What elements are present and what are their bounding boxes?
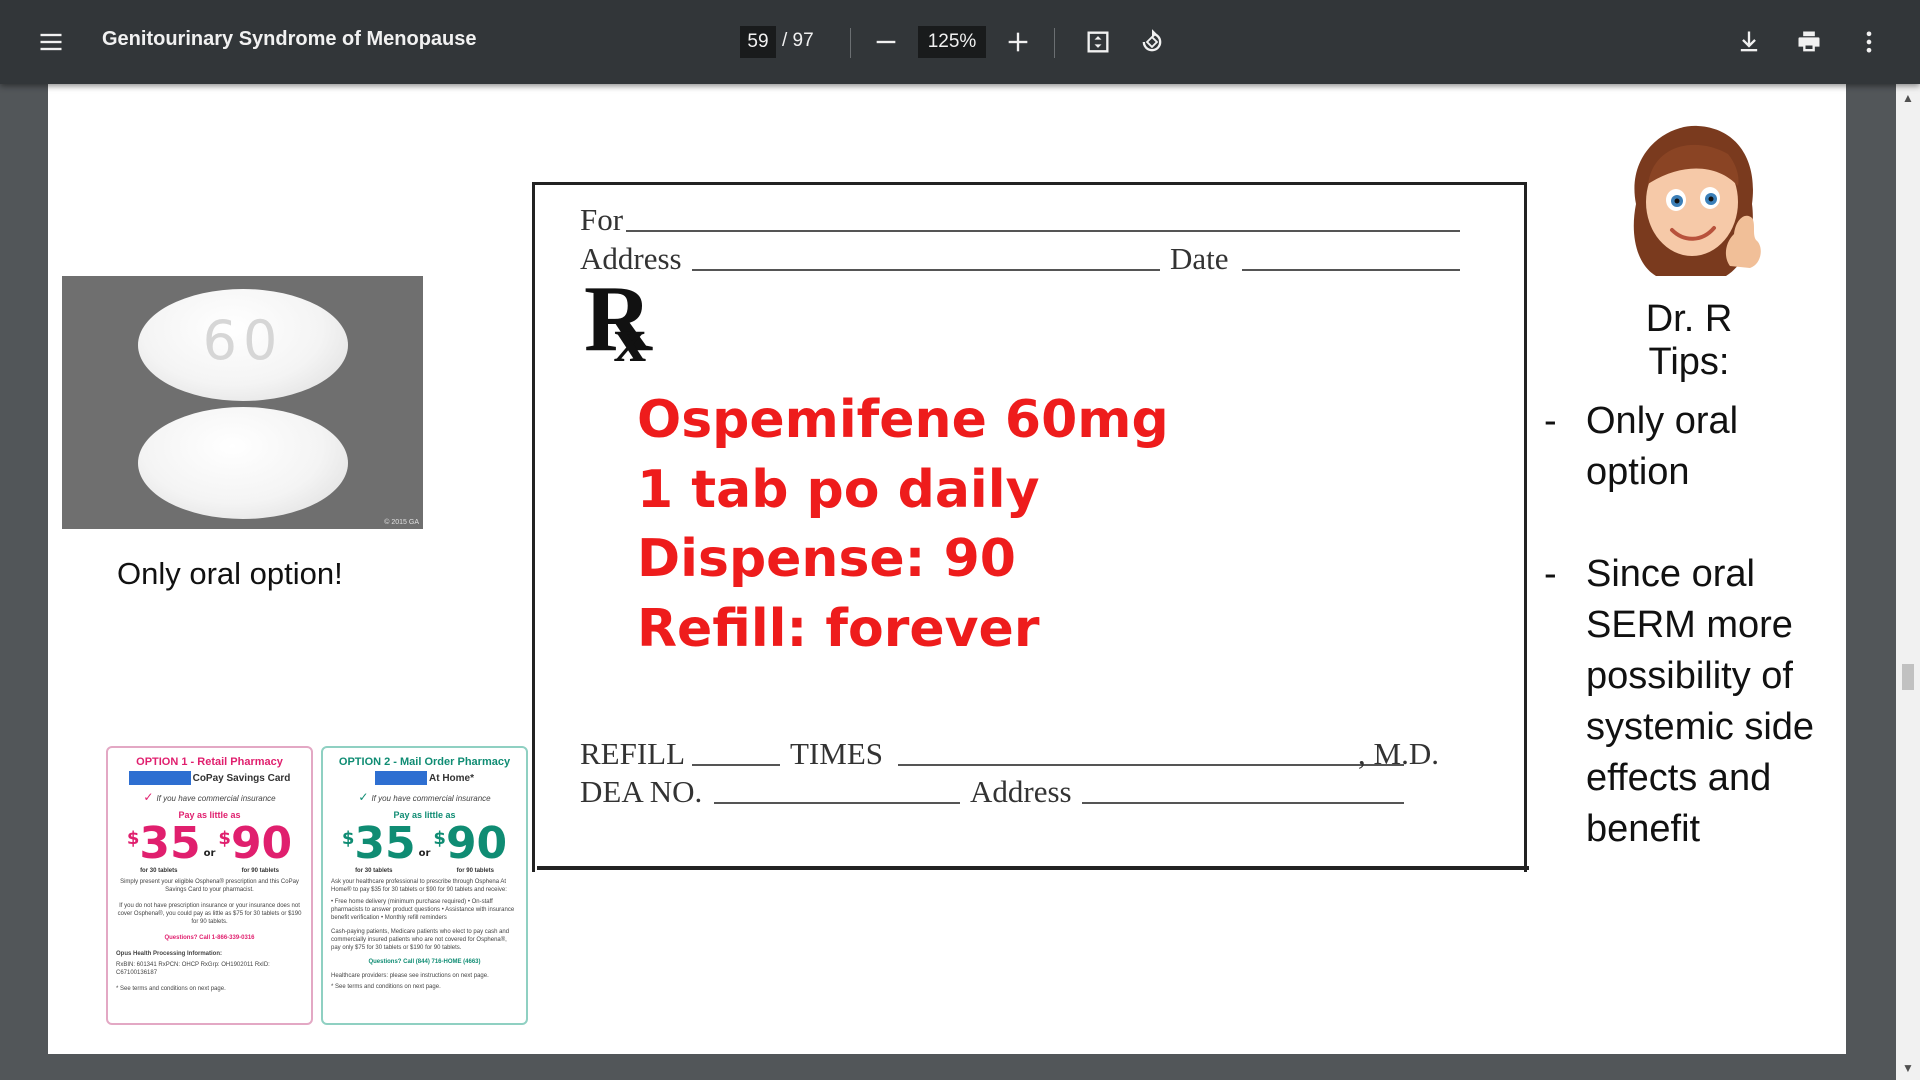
currency-symbol: $ (126, 828, 140, 849)
page-number-input[interactable]: 59 (740, 26, 776, 58)
coupon-eligibility-text: If you have commercial insurance (156, 794, 276, 803)
coupon-processing: Healthcare providers: please see instruc… (331, 973, 489, 979)
rx-address2-line (1082, 802, 1404, 804)
toolbar-divider (1054, 28, 1055, 58)
scroll-up-icon[interactable]: ▲ (1896, 88, 1920, 108)
price-90: 90 (445, 818, 508, 869)
document-title: Genitourinary Syndrome of Menopause (102, 28, 477, 50)
coupon-benefits: • Free home delivery (minimum purchase r… (331, 899, 515, 921)
rx-drug-line: Ospemifene 60mg (637, 390, 1169, 450)
currency-symbol: $ (433, 828, 446, 849)
zoom-level-input[interactable]: 125% (918, 26, 986, 58)
coupon-subtitle: At Home* (323, 771, 526, 785)
rx-times-line (898, 764, 1404, 766)
rx-refill-label: REFILL (580, 736, 686, 771)
redacted-block (128, 771, 191, 785)
tablets-30-label: for 30 tablets (140, 868, 178, 874)
toolbar-divider (850, 28, 851, 58)
coupon-terms: * See terms and conditions on next page. (116, 986, 226, 992)
more-options-icon[interactable] (1845, 18, 1893, 66)
memoji-thumbs-up-avatar-icon (1606, 114, 1776, 284)
pill-photo: 60 © 2015 GA (62, 276, 423, 529)
oral-option-caption: Only oral option! (117, 556, 343, 591)
coupon-fine-print: Cash-paying patients, Medicare patients … (331, 929, 510, 951)
coupon-eligibility: ✓ If you have commercial insurance (323, 790, 526, 804)
check-icon: ✓ (358, 790, 369, 804)
coupon-fine-print: Ask your healthcare professional to pres… (331, 879, 507, 893)
rx-refill-line: Refill: forever (637, 599, 1040, 659)
coupon-terms: * See terms and conditions on next page. (331, 984, 441, 990)
coupon-processing: Opus Health Processing Information: (116, 951, 223, 957)
coupon-eligibility: ✓ If you have commercial insurance (108, 790, 311, 804)
print-icon[interactable] (1785, 18, 1833, 66)
fit-page-icon[interactable] (1074, 18, 1122, 66)
coupon-subtitle-text: At Home* (428, 772, 474, 784)
tip-text: Only oral option (1586, 400, 1739, 493)
coupon-mail-order-pharmacy: OPTION 2 - Mail Order Pharmacy At Home* … (321, 746, 528, 1025)
tip-bullet: - (1544, 553, 1557, 595)
pdf-toolbar: Genitourinary Syndrome of Menopause 59 /… (0, 0, 1920, 84)
rx-date-label: Date (1170, 241, 1229, 276)
hamburger-menu-icon[interactable] (27, 18, 75, 66)
coupon-fine-print: If you do not have prescription insuranc… (117, 903, 302, 925)
rx-for-line (626, 230, 1460, 232)
scroll-down-icon[interactable]: ▼ (1896, 1058, 1920, 1078)
tablets-30-label: for 30 tablets (355, 868, 393, 874)
rx-times-label: TIMES (790, 736, 883, 771)
prescription-pad-border (537, 866, 1529, 870)
coupon-ids: RxBIN: 601341 RxPCN: OHCP RxGrp: OH19020… (116, 962, 270, 976)
pdf-page: 60 © 2015 GA Only oral option! For Addre… (48, 84, 1846, 1054)
coupon-fine-print: Simply present your eligible Osphena® pr… (120, 879, 299, 893)
coupon-subtitle: CoPay Savings Card (108, 771, 311, 785)
vertical-scrollbar[interactable]: ▲ ▼ (1896, 84, 1920, 1080)
currency-symbol: $ (341, 828, 355, 849)
scrollbar-thumb[interactable] (1902, 664, 1914, 690)
coupon-phone: Questions? Call 1-866-339-0316 (164, 935, 255, 941)
tips-heading: Dr. R Tips: (1645, 298, 1733, 383)
download-icon[interactable] (1725, 18, 1773, 66)
photo-credit: © 2015 GA (384, 519, 419, 526)
price-or: or (203, 848, 216, 859)
price-or: or (418, 848, 431, 859)
tablets-90-label: for 90 tablets (241, 868, 279, 874)
rx-symbol: Rx (584, 272, 652, 372)
rx-symbol-x: x (614, 304, 646, 375)
coupon-phone: Questions? Call (844) 716-HOME (4663) (368, 959, 481, 965)
zoom-out-icon[interactable] (862, 18, 910, 66)
redacted-block (374, 771, 427, 785)
coupon-price: $35 or $90 (323, 822, 526, 866)
tip-text: Since oral SERM more possibility of syst… (1586, 553, 1815, 850)
coupon-subtitle-text: CoPay Savings Card (192, 772, 291, 784)
rx-address-line (692, 269, 1160, 271)
rx-dose-line: 1 tab po daily (637, 460, 1040, 520)
coupon-title: OPTION 2 - Mail Order Pharmacy (338, 756, 511, 768)
price-90: 90 (230, 818, 293, 869)
coupon-retail-pharmacy: OPTION 1 - Retail Pharmacy CoPay Savings… (106, 746, 313, 1025)
rx-dea-label: DEA NO. (580, 774, 703, 809)
currency-symbol: $ (218, 828, 231, 849)
price-30: 35 (139, 818, 201, 869)
rx-dea-line (714, 802, 960, 804)
rx-md-label: , M.D. (1358, 736, 1439, 771)
pill-bottom (138, 407, 348, 519)
rx-date-line (1242, 269, 1460, 271)
rx-refill-line (692, 764, 780, 766)
coupon-price: $35 or $90 (108, 822, 311, 866)
pill-top: 60 (138, 289, 348, 401)
tablets-90-label: for 90 tablets (456, 868, 494, 874)
rotate-icon[interactable] (1128, 18, 1176, 66)
zoom-in-icon[interactable] (994, 18, 1042, 66)
rx-for-label: For (580, 202, 624, 237)
check-icon: ✓ (143, 790, 154, 804)
coupon-title: OPTION 1 - Retail Pharmacy (136, 756, 283, 768)
page-total: / 97 (782, 30, 814, 51)
coupon-eligibility-text: If you have commercial insurance (371, 794, 491, 803)
price-30: 35 (354, 818, 416, 869)
pill-imprint: 60 (202, 309, 284, 372)
rx-address2-label: Address (970, 774, 1072, 809)
tip-bullet: - (1544, 400, 1557, 442)
rx-dispense-line: Dispense: 90 (637, 529, 1016, 589)
